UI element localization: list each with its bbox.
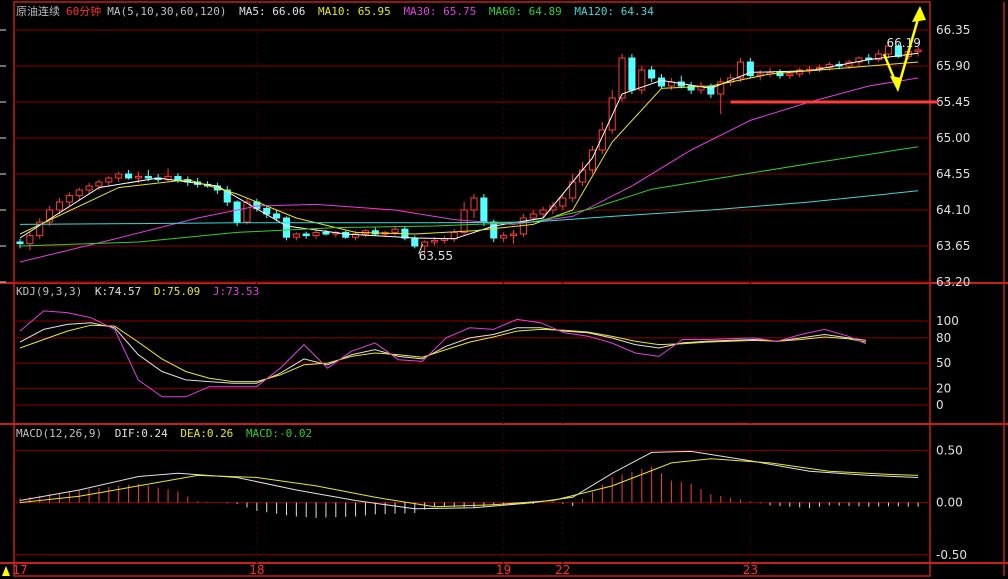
kdj-y-tick: 50 [936,356,951,370]
candle-up [105,177,113,183]
candle-up [292,233,300,238]
candle-down [16,241,24,245]
candle-up [509,233,518,237]
price-y-tick: 64.55 [936,167,970,181]
kdj-y-tick: 100 [936,314,959,328]
price-y-tick: 65.00 [936,131,970,145]
x-axis-date-label: 18 [249,563,264,577]
x-axis-date-label: 23 [743,563,758,577]
candle-up [470,197,478,211]
kdj-d-line [19,324,867,383]
ma120-line [19,190,919,225]
candle-down [657,77,666,87]
macd-y-tick: 0.00 [936,496,963,510]
candle-up [559,197,567,207]
price-y-tick: 63.20 [936,275,970,289]
candle-down [480,197,488,223]
candle-up [115,173,123,179]
candle-down [342,231,350,238]
candle-up [391,228,399,233]
ma30-value: MA30: 65.75 [403,5,477,18]
kdj-d-value: D:75.09 [153,285,201,298]
kdj-j-line [19,310,867,398]
candle-down [628,57,636,91]
instrument-title: 原油连续 [16,5,60,18]
macd-settings-label: MACD(12,26,9) [16,427,103,440]
high-price-annotation: 66.19 [887,36,921,50]
price-y-tick: 64.10 [936,203,970,217]
price-panel-header: 原油连续 60分钟 MA(5,10,30,60,120) MA5: 66.06 MA… [16,3,660,19]
candle-up [914,49,922,53]
candle-up [608,97,616,131]
candle-up [65,195,73,203]
price-y-tick: 65.45 [936,95,970,109]
kdj-panel-header: KDJ(9,3,3) K:74.57 D:75.09 J:73.53 [16,285,265,298]
candle-down [490,221,498,239]
low-price-annotation: 63.55 [419,249,453,263]
x-axis-date-label: 19 [496,563,511,577]
period-label: 60分钟 [66,5,102,18]
candle-down [302,233,310,237]
price-y-tick: 65.90 [936,59,970,73]
candle-up [500,235,508,239]
candle-down [648,69,656,79]
ma5-line [19,52,919,240]
kdj-y-tick: 0 [936,398,944,412]
ma60-value: MA60: 64.89 [488,5,562,18]
corner-marker-icon [2,566,10,576]
forecast-arrow-down-head [890,76,902,92]
candle-down [125,173,133,179]
candle-down [144,175,152,179]
ma-settings-label: MA(5,10,30,60,120) [107,5,227,18]
x-axis-date-label: 22 [555,563,570,577]
macd-y-tick: -0.50 [936,548,967,562]
candle-up [26,235,34,245]
candle-up [529,213,537,219]
macd-macd-value: MACD:-0.02 [245,427,313,440]
candle-up [243,201,251,223]
candle-up [618,57,626,99]
candle-up [460,209,468,233]
price-y-tick: 63.65 [936,239,970,253]
candle-up [430,239,439,243]
candle-up [85,185,93,191]
candle-down [322,231,330,235]
macd-dif-line [19,450,919,510]
candle-up [55,201,64,211]
macd-y-tick: 0.50 [936,443,963,457]
candle-up [95,181,103,187]
ma120-value: MA120: 64.34 [574,5,654,18]
kdj-k-line [19,322,867,384]
candle-up [134,175,142,179]
candle-down [282,217,291,238]
forecast-arrow-up-head [912,6,926,22]
candle-up [312,231,320,237]
macd-panel-header: MACD(12,26,9) DIF:0.24 DEA:0.26 MACD:-0.… [16,427,318,440]
candle-down [233,201,241,223]
kdj-y-tick: 80 [936,331,951,345]
kdj-settings-label: KDJ(9,3,3) [16,285,83,298]
macd-dif-value: DIF:0.24 [114,427,168,440]
kdj-j-value: J:73.53 [212,285,260,298]
ma5-value: MA5: 66.06 [239,5,306,18]
candle-up [539,209,547,215]
candle-down [174,175,182,181]
ma10-line [19,61,919,235]
candle-up [75,189,83,197]
x-axis-date-label: 17 [12,563,27,577]
candle-down [273,213,281,219]
ma10-value: MA10: 65.95 [317,5,391,18]
kdj-k-value: K:74.57 [94,285,142,298]
candle-down [411,237,419,247]
price-y-tick: 66.35 [936,23,970,37]
kdj-y-tick: 20 [936,381,951,395]
candle-up [786,73,794,77]
macd-dea-value: DEA:0.26 [180,427,234,440]
macd-dea-line [19,458,919,508]
